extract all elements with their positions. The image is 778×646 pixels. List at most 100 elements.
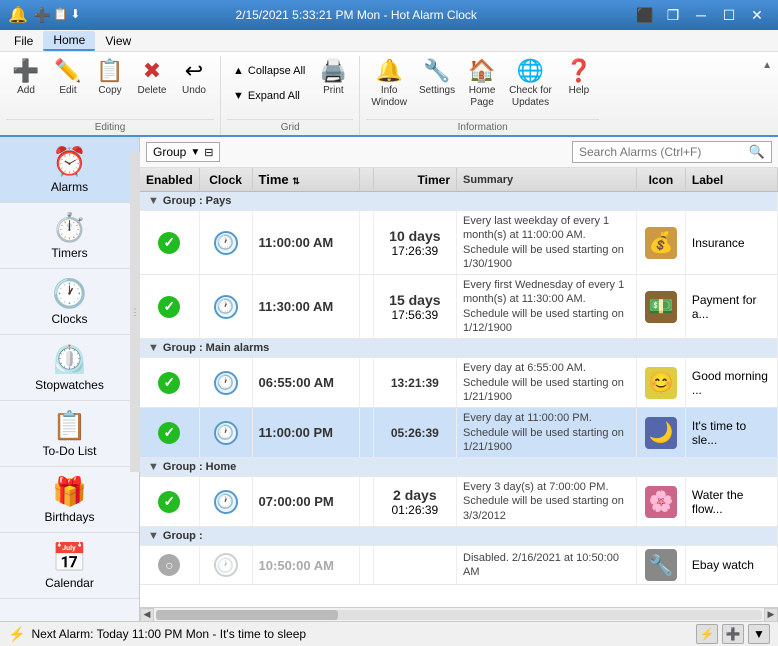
sidebar-item-stopwatches[interactable]: ⏲️ Stopwatches bbox=[0, 335, 139, 401]
table-row[interactable]: ✓ 🕐 07:00:00 PM 2 days01:26:39 Every 3 d… bbox=[140, 477, 778, 527]
menu-bar: File Home View bbox=[0, 30, 778, 52]
collapse-all-button[interactable]: ▲ Collapse All bbox=[227, 60, 311, 82]
expand-label: Expand All bbox=[248, 90, 300, 102]
undo-button[interactable]: ↩ Undo bbox=[174, 56, 214, 116]
help-button[interactable]: ❓ Help bbox=[559, 56, 599, 116]
search-box[interactable]: 🔍 bbox=[572, 141, 772, 163]
group-row[interactable]: ▼Group : bbox=[140, 527, 778, 546]
cell-icon: 💵 bbox=[637, 275, 686, 339]
restore-btn2[interactable]: ⬛ bbox=[632, 4, 658, 26]
check-updates-button[interactable]: 🌐 Check forUpdates bbox=[504, 56, 557, 116]
th-sort[interactable] bbox=[359, 168, 373, 192]
th-timer[interactable]: Timer bbox=[373, 168, 456, 192]
sidebar: ⏰ Alarms ⏱️ Timers 🕐 Clocks ⏲️ Stopwatch… bbox=[0, 137, 140, 621]
clock-icon-blue: 🕐 bbox=[214, 295, 238, 319]
minimize-btn[interactable]: ─ bbox=[688, 4, 714, 26]
sidebar-item-birthdays[interactable]: 🎁 Birthdays bbox=[0, 467, 139, 533]
th-label[interactable]: Label bbox=[685, 168, 777, 192]
scroll-track[interactable] bbox=[156, 610, 762, 620]
cell-enabled: ✓ bbox=[140, 211, 199, 275]
table-row[interactable]: ✓ 🕐 11:00:00 PM 05:26:39 Every day at 11… bbox=[140, 408, 778, 458]
cell-summary: Every 3 day(s) at 7:00:00 PM. Schedule w… bbox=[457, 477, 637, 527]
ribbon-collapse[interactable]: ▲ bbox=[756, 56, 778, 75]
th-clock[interactable]: Clock bbox=[199, 168, 252, 192]
collapse-icon: ▲ bbox=[233, 65, 244, 77]
info-window-button[interactable]: 🔔 InfoWindow bbox=[366, 56, 412, 116]
th-enabled[interactable]: Enabled bbox=[140, 168, 199, 192]
home-page-button[interactable]: 🏠 HomePage bbox=[462, 56, 502, 116]
horizontal-scrollbar[interactable]: ◀ ▶ bbox=[140, 607, 778, 621]
copy-button[interactable]: 📋 Copy bbox=[90, 56, 130, 116]
clocks-icon: 🕐 bbox=[52, 277, 87, 310]
sidebar-item-alarms[interactable]: ⏰ Alarms bbox=[0, 137, 139, 203]
copy-icon: 📋 bbox=[96, 60, 123, 82]
sidebar-item-timers[interactable]: ⏱️ Timers bbox=[0, 203, 139, 269]
quick-icon3[interactable]: ⬇ bbox=[70, 7, 80, 24]
th-time[interactable]: Time ⇅ bbox=[252, 168, 359, 192]
table-row[interactable]: ✓ 🕐 11:00:00 AM 10 days17:26:39 Every la… bbox=[140, 211, 778, 275]
info-window-icon: 🔔 bbox=[375, 60, 402, 82]
cell-timer: 05:26:39 bbox=[373, 408, 456, 458]
table-body: ▼Group : Pays ✓ 🕐 11:00:00 AM 10 days17:… bbox=[140, 192, 778, 585]
cell-sort bbox=[359, 477, 373, 527]
cell-summary: Every day at 6:55:00 AM. Schedule will b… bbox=[457, 358, 637, 408]
expand-all-button[interactable]: ▼ Expand All bbox=[227, 85, 311, 107]
table-header: Enabled Clock Time ⇅ Timer Summary Icon … bbox=[140, 168, 778, 192]
status-alarm-icon: ⚡ bbox=[8, 626, 25, 643]
timer-value: 05:26:39 bbox=[380, 426, 450, 440]
status-lightning-btn[interactable]: ⚡ bbox=[696, 624, 718, 644]
status-down-btn[interactable]: ▼ bbox=[748, 624, 770, 644]
scroll-right-arrow[interactable]: ▶ bbox=[764, 608, 778, 622]
settings-icon: 🔧 bbox=[423, 60, 450, 82]
status-add-btn[interactable]: ➕ bbox=[722, 624, 744, 644]
cell-time: 11:00:00 AM bbox=[252, 211, 359, 275]
stopwatches-label: Stopwatches bbox=[35, 378, 104, 392]
sidebar-item-todo[interactable]: 📋 To-Do List bbox=[0, 401, 139, 467]
search-input[interactable] bbox=[579, 145, 745, 159]
table-row[interactable]: ○ 🕐 10:50:00 AM Disabled. 2/16/2021 at 1… bbox=[140, 546, 778, 585]
group-row[interactable]: ▼Group : Pays bbox=[140, 192, 778, 211]
settings-button[interactable]: 🔧 Settings bbox=[414, 56, 460, 116]
cell-icon: 🌸 bbox=[637, 477, 686, 527]
group-row[interactable]: ▼Group : Home bbox=[140, 458, 778, 477]
close-btn[interactable]: ✕ bbox=[744, 4, 770, 26]
quick-add-btn[interactable]: ➕ bbox=[34, 7, 51, 24]
add-label: Add bbox=[17, 85, 35, 97]
th-summary[interactable]: Summary bbox=[457, 168, 637, 192]
th-icon[interactable]: Icon bbox=[637, 168, 686, 192]
group-selector[interactable]: Group ▼ ⊟ bbox=[146, 142, 220, 162]
print-button[interactable]: 🖨️ Print bbox=[313, 56, 353, 116]
clock-icon-blue: 🕐 bbox=[214, 421, 238, 445]
cell-clock: 🕐 bbox=[199, 477, 252, 527]
scroll-thumb[interactable] bbox=[156, 610, 338, 620]
cell-enabled: ✓ bbox=[140, 477, 199, 527]
edit-icon: ✏️ bbox=[54, 60, 81, 82]
cell-icon: 🔧 bbox=[637, 546, 686, 585]
maximize-btn[interactable]: ☐ bbox=[716, 4, 742, 26]
quick-icon2[interactable]: 📋 bbox=[53, 7, 68, 24]
table-row[interactable]: ✓ 🕐 11:30:00 AM 15 days17:56:39 Every fi… bbox=[140, 275, 778, 339]
title-bar-left: 🔔 ➕ 📋 ⬇ bbox=[8, 5, 80, 25]
sidebar-resize-handle[interactable]: ⋮ bbox=[130, 152, 140, 472]
sidebar-item-clocks[interactable]: 🕐 Clocks bbox=[0, 269, 139, 335]
menu-file[interactable]: File bbox=[4, 32, 43, 50]
table-row[interactable]: ✓ 🕐 06:55:00 AM 13:21:39 Every day at 6:… bbox=[140, 358, 778, 408]
edit-button[interactable]: ✏️ Edit bbox=[48, 56, 88, 116]
status-bar: ⚡ Next Alarm: Today 11:00 PM Mon - It's … bbox=[0, 621, 778, 646]
add-button[interactable]: ➕ Add bbox=[6, 56, 46, 116]
menu-home[interactable]: Home bbox=[43, 31, 95, 51]
clock-icon-blue: 🕐 bbox=[214, 371, 238, 395]
restore-btn[interactable]: ❐ bbox=[660, 4, 686, 26]
cell-icon: 🌙 bbox=[637, 408, 686, 458]
scroll-left-arrow[interactable]: ◀ bbox=[140, 608, 154, 622]
menu-view[interactable]: View bbox=[95, 32, 141, 50]
cell-icon: 💰 bbox=[637, 211, 686, 275]
clocks-label: Clocks bbox=[51, 312, 87, 326]
delete-button[interactable]: ✖ Delete bbox=[132, 56, 172, 116]
undo-label: Undo bbox=[182, 85, 206, 97]
sidebar-item-calendar[interactable]: 📅 Calendar bbox=[0, 533, 139, 599]
cell-clock: 🕐 bbox=[199, 358, 252, 408]
alarm-icon: 💵 bbox=[645, 291, 677, 323]
group-row[interactable]: ▼Group : Main alarms bbox=[140, 339, 778, 358]
status-text: Next Alarm: Today 11:00 PM Mon - It's ti… bbox=[31, 627, 306, 641]
